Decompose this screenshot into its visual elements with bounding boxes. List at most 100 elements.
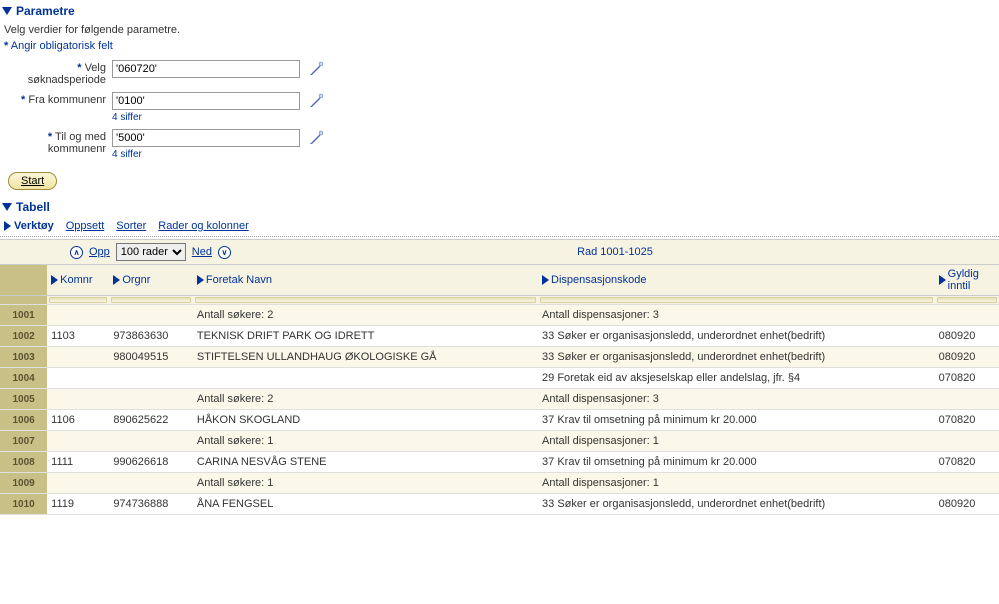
cell-orgnr	[109, 431, 193, 452]
row-number: 1001	[0, 305, 47, 326]
cell-disp: 37 Krav til omsetning på minimum kr 20.0…	[538, 410, 935, 431]
cell-disp: 37 Krav til omsetning på minimum kr 20.0…	[538, 452, 935, 473]
fra-hint: 4 siffer	[112, 112, 324, 123]
collapse-icon	[2, 7, 12, 15]
filter-row	[0, 296, 999, 305]
table-row: 10101119974736888ÅNA FENGSEL33 Søker er …	[0, 494, 999, 515]
filter-gyld[interactable]	[937, 297, 997, 303]
cell-disp: 29 Foretak eid av aksjeselskap eller and…	[538, 368, 935, 389]
table-row: 1004 29 Foretak eid av aksjeselskap eller…	[0, 368, 999, 389]
col-komnr[interactable]: Komnr	[47, 265, 109, 296]
cell-gyld	[935, 389, 999, 410]
divider	[0, 236, 999, 237]
required-text: Angir obligatorisk felt	[11, 40, 113, 52]
parametre-subtext: Velg verdier for følgende parametre.	[0, 22, 999, 38]
col-navn[interactable]: Foretak Navn	[193, 265, 538, 296]
rader-link[interactable]: Rader og kolonner	[158, 220, 249, 232]
verktoy-label[interactable]: Verktøy	[4, 220, 54, 232]
cell-disp: 33 Søker er organisasjonsledd, underordn…	[538, 326, 935, 347]
cell-komnr: 1106	[47, 410, 109, 431]
param-fra-label: * Fra kommunenr	[0, 92, 112, 106]
sort-icon	[113, 275, 120, 285]
row-number: 1010	[0, 494, 47, 515]
rows-per-page-select[interactable]: 100 rader	[116, 243, 186, 261]
cell-orgnr: 980049515	[109, 347, 193, 368]
row-number: 1005	[0, 389, 47, 410]
cell-gyld	[935, 473, 999, 494]
soknadsperiode-input[interactable]	[112, 60, 300, 78]
cell-orgnr	[109, 368, 193, 389]
table-row: 10081111990626618CARINA NESVÅG STENE37 K…	[0, 452, 999, 473]
flashlight-icon[interactable]	[308, 130, 324, 146]
oppsett-link[interactable]: Oppsett	[66, 220, 105, 232]
cell-komnr	[47, 389, 109, 410]
cell-navn	[193, 368, 538, 389]
table-row: 1001Antall søkere: 2Antall dispensasjone…	[0, 305, 999, 326]
table-row: 1003 980049515STIFTELSEN ULLANDHAUG ØKOLO…	[0, 347, 999, 368]
cell-komnr	[47, 347, 109, 368]
table-row: 10061106890625622HÅKON SKOGLAND37 Krav t…	[0, 410, 999, 431]
param-soknadsperiode: * Velg søknadsperiode	[0, 60, 999, 86]
rownum-header	[0, 265, 47, 296]
cell-navn: Antall søkere: 2	[193, 305, 538, 326]
param-til-label: * Til og med kommunenr	[0, 129, 112, 155]
cell-orgnr	[109, 473, 193, 494]
row-number: 1009	[0, 473, 47, 494]
cell-navn: TEKNISK DRIFT PARK OG IDRETT	[193, 326, 538, 347]
table-row: 1009Antall søkere: 1Antall dispensasjone…	[0, 473, 999, 494]
cell-komnr: 1111	[47, 452, 109, 473]
cell-gyld: 080920	[935, 347, 999, 368]
cell-komnr: 1103	[47, 326, 109, 347]
param-soknadsperiode-label: * Velg søknadsperiode	[0, 60, 112, 86]
table-row: 1005 Antall søkere: 2Antall dispensasjone…	[0, 389, 999, 410]
cell-komnr	[47, 368, 109, 389]
section-tabell-title: Tabell	[16, 200, 50, 214]
filter-navn[interactable]	[195, 297, 536, 303]
col-gyld[interactable]: Gyldig inntil	[935, 265, 999, 296]
cell-navn: STIFTELSEN ULLANDHAUG ØKOLOGISKE GÅ	[193, 347, 538, 368]
cell-disp: 33 Søker er organisasjonsledd, underordn…	[538, 347, 935, 368]
col-orgnr[interactable]: Orgnr	[109, 265, 193, 296]
row-number: 1003	[0, 347, 47, 368]
required-note: * Angir obligatorisk felt	[0, 38, 999, 60]
row-number: 1002	[0, 326, 47, 347]
page-top-button[interactable]: ∧	[70, 246, 83, 259]
filter-disp[interactable]	[540, 297, 933, 303]
sort-icon	[197, 275, 204, 285]
cell-navn: Antall søkere: 2	[193, 389, 538, 410]
section-parametre-header[interactable]: Parametre	[0, 0, 999, 22]
flashlight-icon[interactable]	[308, 61, 324, 77]
table-row: 10021103973863630TEKNISK DRIFT PARK OG I…	[0, 326, 999, 347]
row-number: 1006	[0, 410, 47, 431]
cell-orgnr	[109, 305, 193, 326]
start-button[interactable]: Start	[8, 172, 57, 190]
cell-orgnr: 890625622	[109, 410, 193, 431]
til-kommunenr-input[interactable]	[112, 129, 300, 147]
cell-gyld: 070820	[935, 368, 999, 389]
section-tabell-header[interactable]: Tabell	[0, 196, 999, 218]
section-parametre-title: Parametre	[16, 4, 75, 18]
page-up-link[interactable]: Opp	[89, 246, 110, 258]
sorter-link[interactable]: Sorter	[116, 220, 146, 232]
data-table: Komnr Orgnr Foretak Navn Dispensasjonsko…	[0, 265, 999, 515]
cell-komnr	[47, 305, 109, 326]
param-til-kommunenr: * Til og med kommunenr 4 siffer	[0, 129, 999, 160]
sort-icon	[51, 275, 58, 285]
cell-navn: Antall søkere: 1	[193, 431, 538, 452]
col-disp[interactable]: Dispensasjonskode	[538, 265, 935, 296]
cell-disp: Antall dispensasjoner: 1	[538, 473, 935, 494]
row-number: 1004	[0, 368, 47, 389]
filter-komnr[interactable]	[49, 297, 107, 303]
flashlight-icon[interactable]	[308, 93, 324, 109]
cell-navn: HÅKON SKOGLAND	[193, 410, 538, 431]
filter-orgnr[interactable]	[111, 297, 191, 303]
fra-kommunenr-input[interactable]	[112, 92, 300, 110]
til-hint: 4 siffer	[112, 149, 324, 160]
cell-orgnr: 974736888	[109, 494, 193, 515]
cell-disp: Antall dispensasjoner: 3	[538, 389, 935, 410]
page-down-link[interactable]: Ned	[192, 246, 212, 258]
cell-gyld: 080920	[935, 494, 999, 515]
cell-komnr	[47, 473, 109, 494]
page-bottom-button[interactable]: ∨	[218, 246, 231, 259]
cell-gyld: 070820	[935, 452, 999, 473]
